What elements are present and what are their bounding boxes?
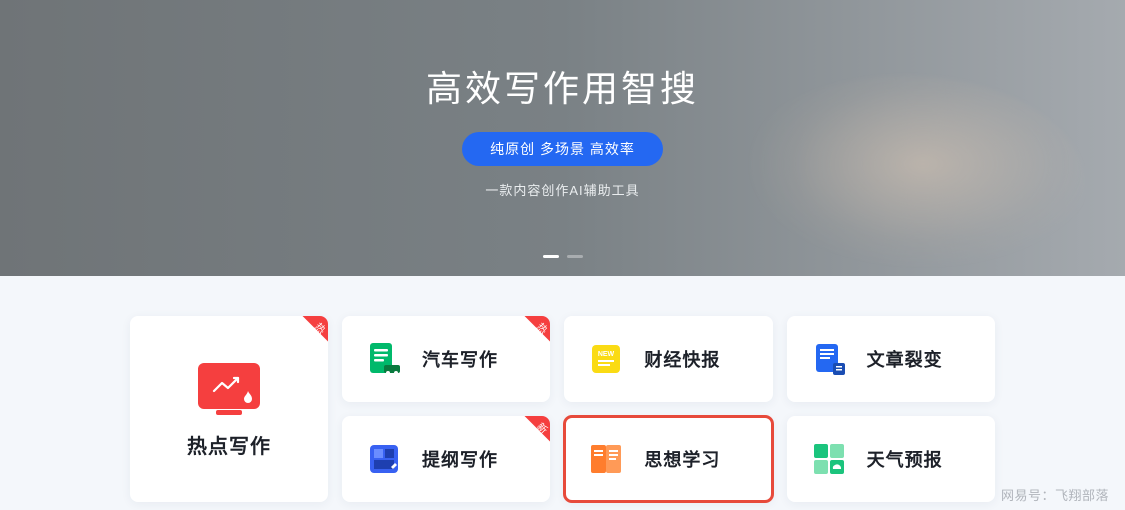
card-title: 提纲写作: [422, 446, 498, 472]
flame-icon: [242, 391, 254, 405]
card-title: 天气预报: [867, 446, 943, 472]
hero-pill: 纯原创 多场景 高效率: [462, 132, 663, 166]
badge-hot: 热: [292, 316, 328, 352]
card-article-split[interactable]: 文章裂变: [787, 316, 995, 402]
badge-label: 热: [534, 319, 550, 337]
hero-title: 高效写作用智搜: [426, 60, 699, 112]
hero-background-image: [725, 76, 1085, 276]
study-icon: [586, 439, 626, 479]
card-title: 汽车写作: [422, 346, 498, 372]
hero-subtitle: 一款内容创作AI辅助工具: [485, 180, 639, 199]
card-finance[interactable]: NEW 财经快报: [564, 316, 772, 402]
watermark: 网易号：飞翔部落: [1001, 485, 1109, 504]
weather-icon: [809, 439, 849, 479]
badge-label: 热: [312, 319, 328, 337]
article-split-icon: [809, 339, 849, 379]
carousel-dot[interactable]: [543, 255, 559, 258]
card-car-doc[interactable]: 热 汽车写作: [342, 316, 550, 402]
feature-icon: [193, 360, 265, 412]
card-title: 思想学习: [644, 446, 720, 472]
badge: 热: [514, 316, 550, 352]
card-weather[interactable]: 天气预报: [787, 416, 995, 502]
card-title: 财经快报: [644, 346, 720, 372]
card-grid: 热 热点写作 热: [0, 276, 1125, 502]
card-study[interactable]: 思想学习: [564, 416, 772, 502]
hero-banner: 高效写作用智搜 纯原创 多场景 高效率 一款内容创作AI辅助工具: [0, 0, 1125, 276]
badge: 新: [514, 416, 550, 452]
feature-card-hot-writing[interactable]: 热 热点写作: [130, 316, 328, 502]
carousel-indicators[interactable]: [543, 255, 583, 258]
outline-icon: [364, 439, 404, 479]
finance-icon: NEW: [586, 339, 626, 379]
card-title: 文章裂变: [867, 346, 943, 372]
svg-text:NEW: NEW: [598, 351, 615, 358]
carousel-dot[interactable]: [567, 255, 583, 258]
card-outline[interactable]: 新 提纲写作: [342, 416, 550, 502]
monitor-trend-icon: [198, 363, 260, 409]
badge-label: 新: [534, 419, 550, 437]
car-doc-icon: [364, 339, 404, 379]
feature-title: 热点写作: [187, 430, 271, 459]
